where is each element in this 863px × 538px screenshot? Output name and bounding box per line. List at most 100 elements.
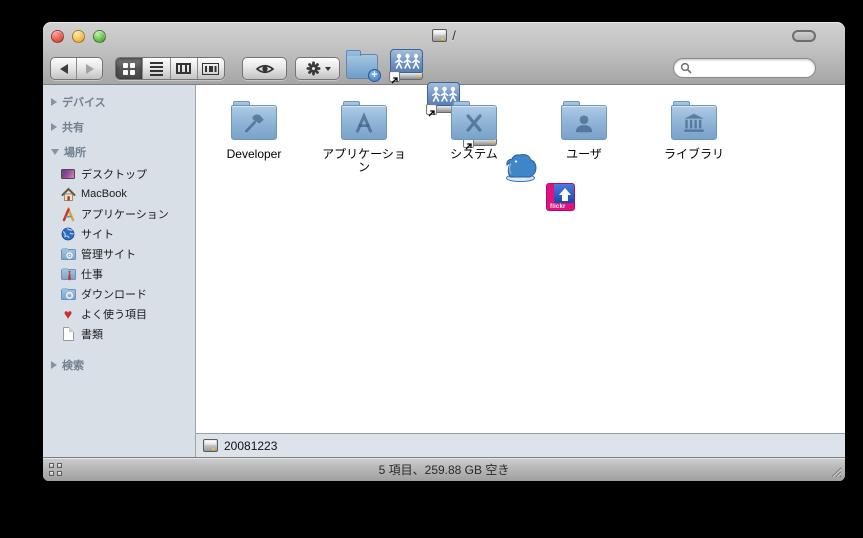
folder-item-library[interactable]: ライブラリ [642, 99, 746, 161]
folder-label: ライブラリ [663, 147, 724, 161]
resize-grip[interactable] [828, 464, 842, 478]
sidebar-item-applications[interactable]: アプリケーション [43, 204, 195, 224]
sidebar-item-documents[interactable]: 書類 [43, 324, 195, 344]
new-folder-icon: + [346, 50, 381, 82]
person-glyph-icon [575, 114, 593, 132]
back-button[interactable] [51, 58, 76, 79]
window-title-text: / [452, 27, 456, 43]
icon-size-toggle[interactable] [49, 463, 62, 476]
coverflow-view-button[interactable] [196, 58, 224, 79]
window-title: / [43, 22, 845, 48]
sidebar-item-desktop[interactable]: デスクトップ [43, 164, 195, 184]
folder-item-developer[interactable]: Developer [202, 99, 306, 161]
sites-globe-icon [60, 226, 76, 242]
desktop-icon [60, 166, 76, 182]
icon-view-button[interactable] [116, 58, 143, 79]
item-label: 書類 [81, 329, 103, 341]
downloads-folder-icon [60, 286, 76, 302]
coverflow-view-icon [202, 62, 220, 75]
favorites-heart-icon: ♥ [63, 306, 73, 322]
sidebar-section-devices[interactable]: デバイス [43, 89, 195, 114]
sidebar-section-search[interactable]: 検索 [43, 352, 195, 377]
sidebar: デバイス 共有 場所 デスクトップ MacBook アプリケーション サイト 管… [43, 85, 196, 457]
forward-icon [85, 63, 94, 74]
sidebar-section-places[interactable]: 場所 [43, 139, 195, 164]
column-view-button[interactable] [169, 58, 197, 79]
folder-icon [670, 101, 718, 141]
section-label: デバイス [62, 96, 106, 109]
new-folder-button[interactable]: + [346, 50, 381, 82]
folder-label: ユーザ [566, 147, 602, 161]
list-view-icon [149, 61, 163, 76]
sidebar-item-favorites[interactable]: ♥ よく使う項目 [43, 304, 195, 324]
item-label: MacBook [81, 188, 127, 200]
disclosure-expanded-icon[interactable] [51, 148, 59, 155]
window-header: / + flickr [43, 22, 845, 211]
titlebar[interactable]: / [43, 22, 845, 48]
folder-icon [340, 101, 388, 141]
hammer-glyph-icon [245, 114, 264, 133]
shared-disk-alias-1[interactable] [389, 49, 424, 84]
path-volume-name[interactable]: 20081223 [224, 439, 277, 453]
item-label: デスクトップ [81, 169, 147, 181]
documents-icon [60, 326, 76, 342]
alias-arrow-icon [426, 104, 437, 117]
gear-dropdown-arrow-icon [324, 66, 331, 71]
toolbar-toggle-pill[interactable] [792, 30, 816, 42]
alias-arrow-icon [389, 71, 400, 84]
sidebar-item-sites[interactable]: サイト [43, 224, 195, 244]
applications-icon [60, 206, 76, 222]
hard-disk-icon [203, 439, 218, 452]
item-label: アプリケーション [81, 209, 169, 221]
smart-folder-icon [60, 246, 76, 262]
sidebar-item-work[interactable]: 仕事 [43, 264, 195, 284]
folder-label: Developer [226, 147, 282, 161]
toolbar: + flickr [43, 48, 845, 211]
home-icon [60, 186, 76, 202]
sidebar-item-home[interactable]: MacBook [43, 184, 195, 204]
people-glyph-icon [395, 53, 420, 69]
back-icon [59, 63, 68, 74]
search-field[interactable] [673, 58, 816, 78]
blue-elephant-app-button[interactable] [502, 151, 539, 182]
work-folder-icon [60, 266, 76, 282]
search-input[interactable] [696, 60, 809, 76]
list-view-button[interactable] [142, 58, 169, 79]
folder-label: アプリケーション [322, 147, 406, 174]
main-content: Developer アプリケーション システム ユーザ ライブラリ 200812… [196, 85, 845, 457]
disclosure-collapsed-icon[interactable] [51, 122, 57, 131]
flickr-label: flickr [550, 204, 566, 210]
shared-disk-icon [390, 49, 423, 73]
hard-disk-icon [432, 28, 448, 42]
folder-icon [450, 101, 498, 141]
disclosure-collapsed-icon[interactable] [51, 97, 57, 106]
elephant-icon [506, 154, 537, 182]
forward-button[interactable] [76, 58, 102, 79]
folder-item-applications[interactable]: アプリケーション [312, 99, 416, 174]
finder-window: / + flickr デバイス 共有 場所 デスクトップ MacBook アプリ… [43, 22, 845, 481]
icon-view-area[interactable]: Developer アプリケーション システム ユーザ ライブラリ [196, 85, 845, 433]
status-text: 5 項目、259.88 GB 空き [378, 463, 510, 477]
disclosure-collapsed-icon[interactable] [51, 360, 57, 369]
quick-look-button[interactable] [242, 57, 287, 80]
section-label: 場所 [64, 146, 86, 159]
path-bar: 20081223 [196, 433, 845, 457]
column-view-icon [176, 63, 192, 74]
folder-label: システム [450, 147, 498, 161]
flickr-uploader-button[interactable]: flickr [546, 183, 575, 211]
item-label: 管理サイト [81, 249, 136, 261]
item-label: ダウンロード [81, 289, 147, 301]
section-label: 検索 [62, 359, 84, 372]
folder-item-users[interactable]: ユーザ [532, 99, 636, 161]
sidebar-item-managed-sites[interactable]: 管理サイト [43, 244, 195, 264]
x-glyph-icon [466, 113, 482, 132]
action-menu-button[interactable] [295, 57, 340, 80]
search-icon [680, 62, 692, 74]
item-label: よく使う項目 [81, 309, 147, 321]
eye-icon [255, 64, 274, 73]
gear-icon [306, 61, 320, 76]
folder-icon [230, 101, 278, 141]
sidebar-item-downloads[interactable]: ダウンロード [43, 284, 195, 304]
applications-a-glyph-icon [355, 111, 373, 133]
sidebar-section-shared[interactable]: 共有 [43, 114, 195, 139]
